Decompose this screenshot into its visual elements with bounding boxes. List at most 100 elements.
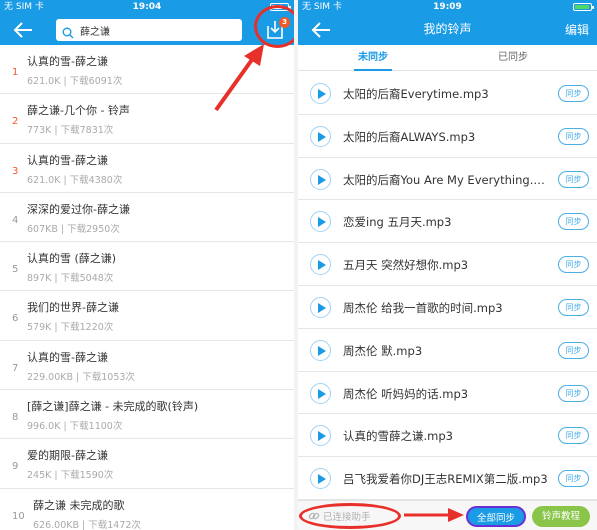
song-meta: 621.0K | 下载6091次 bbox=[27, 76, 123, 87]
play-icon[interactable] bbox=[310, 168, 331, 190]
list-item[interactable]: 3 认真的雪-薛之谦 621.0K | 下载4380次 bbox=[0, 144, 294, 193]
list-item[interactable]: 恋爱ing 五月天.mp3 同步 bbox=[298, 200, 597, 244]
sync-tabs: 未同步 已同步 bbox=[298, 45, 597, 71]
ringtone-list: 太阳的后裔Everytime.mp3 同步 太阳的后裔ALWAYS.mp3 同步 太… bbox=[298, 72, 597, 500]
play-icon[interactable] bbox=[310, 382, 331, 404]
back-arrow-icon[interactable] bbox=[12, 20, 34, 40]
sync-button[interactable]: 同步 bbox=[558, 341, 589, 359]
play-icon[interactable] bbox=[310, 339, 331, 361]
song-meta: 773K | 下载7831次 bbox=[27, 125, 114, 137]
song-title: 深深的爱过你-薛之谦 bbox=[27, 202, 130, 216]
play-icon[interactable] bbox=[310, 83, 331, 104]
play-icon[interactable] bbox=[310, 254, 331, 276]
sync-button[interactable]: 同步 bbox=[558, 85, 589, 102]
list-item[interactable]: 9 爱的期限-薛之谦 245K | 下载1590次 bbox=[0, 439, 294, 489]
sync-button[interactable]: 同步 bbox=[558, 213, 589, 231]
screenshot-composite: 无 SIM 卡 19:04 3 1 认真的雪-薛之谦 621.0K | 下载6091… bbox=[0, 0, 597, 530]
rank-number: 2 bbox=[12, 116, 19, 128]
active-tab-indicator bbox=[354, 69, 392, 71]
list-item[interactable]: 6 我们的世界-薛之谦 579K | 下载1220次 bbox=[0, 291, 294, 341]
page-title: 我的铃声 bbox=[423, 22, 472, 36]
list-item[interactable]: 认真的雪薛之谦.mp3 同步 bbox=[298, 414, 597, 458]
sync-all-button[interactable]: 全部同步 bbox=[466, 506, 526, 527]
ringtone-name: 周杰伦 给我一首歌的时间.mp3 bbox=[343, 300, 503, 315]
sync-button[interactable]: 同步 bbox=[558, 170, 589, 188]
song-title: 我们的世界-薛之谦 bbox=[27, 301, 119, 315]
song-meta: 621.0K | 下载4380次 bbox=[27, 174, 123, 186]
ringtone-name: 太阳的后裔ALWAYS.mp3 bbox=[343, 129, 476, 144]
sync-button[interactable]: 同步 bbox=[558, 298, 589, 316]
list-item[interactable]: 周杰伦 默.mp3 同步 bbox=[298, 329, 597, 372]
list-item[interactable]: 4 深深的爱过你-薛之谦 607KB | 下载2950次 bbox=[0, 193, 294, 243]
search-results-screen: 无 SIM 卡 19:04 3 1 认真的雪-薛之谦 621.0K | 下载6091… bbox=[0, 0, 294, 530]
status-bar: 无 SIM 卡 19:09 bbox=[298, 0, 597, 14]
rank-number: 3 bbox=[12, 165, 19, 177]
tab-synced[interactable]: 已同步 bbox=[478, 45, 548, 71]
list-item[interactable]: 太阳的后裔Everytime.mp3 同步 bbox=[298, 72, 597, 115]
song-meta: 607KB | 下载2950次 bbox=[27, 223, 120, 235]
annotation-arrow bbox=[404, 508, 464, 522]
list-item[interactable]: 太阳的后裔You Are My Everything.mp3 同步 bbox=[298, 158, 597, 201]
ringtone-name: 周杰伦 默.mp3 bbox=[343, 343, 423, 358]
song-meta: 229.00KB | 下载1053次 bbox=[27, 371, 135, 383]
song-title: 薛之谦 未完成的歌 bbox=[33, 498, 125, 512]
sync-button[interactable]: 同步 bbox=[558, 384, 589, 402]
sync-button[interactable]: 同步 bbox=[558, 127, 589, 145]
song-meta: 897K | 下载5048次 bbox=[27, 273, 114, 285]
annotation-arrow bbox=[214, 44, 264, 112]
my-ringtones-screen: 无 SIM 卡 19:09 我的铃声 编辑 未同步 已同步 太阳的后裔Every… bbox=[298, 0, 597, 530]
play-icon[interactable] bbox=[310, 468, 331, 490]
sync-button[interactable]: 同步 bbox=[558, 256, 589, 274]
song-title: 认真的雪-薛之谦 bbox=[27, 350, 108, 364]
search-header: 3 bbox=[0, 14, 294, 45]
play-icon[interactable] bbox=[310, 425, 331, 447]
list-item[interactable]: 8 [薛之谦]薛之谦 - 未完成的歌(铃声) 996.0K | 下载1100次 bbox=[0, 390, 294, 440]
song-title: [薛之谦]薛之谦 - 未完成的歌(铃声) bbox=[27, 400, 199, 414]
ringtone-name: 五月天 突然好想你.mp3 bbox=[343, 258, 469, 273]
song-meta: 626.00KB | 下载1472次 bbox=[33, 519, 141, 530]
song-title: 爱的期限-薛之谦 bbox=[27, 449, 108, 463]
edit-button[interactable]: 编辑 bbox=[565, 21, 589, 38]
ringtones-header: 我的铃声 编辑 bbox=[298, 14, 597, 45]
song-meta: 996.0K | 下载1100次 bbox=[27, 421, 123, 433]
rank-number: 10 bbox=[12, 510, 25, 522]
play-icon[interactable] bbox=[310, 296, 331, 318]
tab-unsynced[interactable]: 未同步 bbox=[338, 45, 408, 71]
song-meta: 579K | 下载1220次 bbox=[27, 322, 114, 334]
song-title: 认真的雪-薛之谦 bbox=[27, 55, 108, 68]
rank-number: 4 bbox=[12, 214, 19, 226]
song-title: 薛之谦-几个你 - 铃声 bbox=[27, 104, 130, 118]
list-item[interactable]: 吕飞我爱着你DJ王志REMIX第二版.mp3 同步 bbox=[298, 457, 597, 500]
rank-number: 6 bbox=[12, 313, 19, 325]
song-meta: 245K | 下载1590次 bbox=[27, 470, 114, 482]
ringtone-name: 太阳的后裔You Are My Everything.mp3 bbox=[343, 172, 548, 187]
rank-number: 8 bbox=[12, 412, 19, 424]
ringtone-tutorial-button[interactable]: 铃声教程 bbox=[532, 506, 590, 527]
rank-number: 7 bbox=[12, 362, 19, 374]
status-bar: 无 SIM 卡 19:04 bbox=[0, 0, 294, 14]
song-title: 认真的雪-薛之谦 bbox=[27, 153, 108, 167]
search-field[interactable] bbox=[56, 19, 242, 41]
list-item[interactable]: 太阳的后裔ALWAYS.mp3 同步 bbox=[298, 115, 597, 158]
sync-button[interactable]: 同步 bbox=[558, 470, 589, 488]
play-icon[interactable] bbox=[310, 211, 331, 233]
list-item[interactable]: 五月天 突然好想你.mp3 同步 bbox=[298, 243, 597, 286]
search-icon bbox=[62, 24, 74, 43]
list-item[interactable]: 10 薛之谦 未完成的歌 626.00KB | 下载1472次 bbox=[0, 489, 294, 530]
sync-button[interactable]: 同步 bbox=[558, 427, 589, 445]
ringtone-name: 太阳的后裔Everytime.mp3 bbox=[343, 87, 489, 101]
ringtone-name: 吕飞我爱着你DJ王志REMIX第二版.mp3 bbox=[343, 472, 548, 487]
list-item[interactable]: 5 认真的雪 (薛之谦) 897K | 下载5048次 bbox=[0, 242, 294, 292]
ringtone-name: 恋爱ing 五月天.mp3 bbox=[343, 215, 452, 230]
battery-icon bbox=[573, 3, 594, 11]
ringtone-name: 认真的雪薛之谦.mp3 bbox=[343, 429, 453, 444]
rank-number: 9 bbox=[12, 461, 19, 473]
list-item[interactable]: 7 认真的雪-薛之谦 229.00KB | 下载1053次 bbox=[0, 341, 294, 391]
song-title: 认真的雪 (薛之谦) bbox=[27, 252, 117, 266]
rank-number: 1 bbox=[12, 67, 19, 78]
list-item[interactable]: 周杰伦 给我一首歌的时间.mp3 同步 bbox=[298, 286, 597, 329]
search-input[interactable] bbox=[80, 19, 238, 41]
play-icon[interactable] bbox=[310, 125, 331, 147]
ringtone-name: 周杰伦 听妈妈的话.mp3 bbox=[343, 386, 469, 401]
list-item[interactable]: 周杰伦 听妈妈的话.mp3 同步 bbox=[298, 372, 597, 415]
